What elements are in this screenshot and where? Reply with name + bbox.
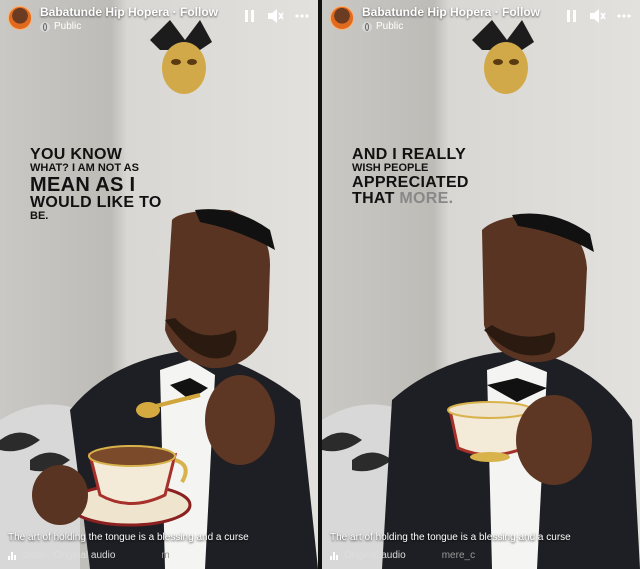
video-panel-1[interactable]: Babatunde Hip Hopera · Follow Public YOU… [0,0,318,569]
volume-muted-icon[interactable] [268,8,284,24]
overlay-line: WHAT? I AM NOT AS [30,162,139,175]
video-caption[interactable]: The art of holding the tongue is a bless… [8,532,249,543]
privacy-label: Public [376,21,404,33]
audio-label: cisco · Original audio [22,550,116,561]
globe-icon [362,21,372,32]
overlay-word: THAT [352,189,395,207]
sound-icon [330,551,338,560]
author-avatar[interactable] [8,6,32,30]
overlay-line: AND I REALLY [352,146,467,163]
video-controls [242,8,310,24]
overlay-line: BE. [30,210,49,223]
author-name-follow[interactable]: Babatunde Hip Hopera · Follow [362,5,540,19]
overlay-line: APPRECIATED [352,173,469,191]
volume-muted-icon[interactable] [590,8,606,24]
audio-attribution[interactable]: cisco · Original audio m [8,550,170,561]
video-panel-2[interactable]: Babatunde Hip Hopera · Follow Public AND… [322,0,640,569]
more-icon[interactable] [616,8,632,24]
video-frame [322,0,640,569]
overlay-line: THAT MORE. [352,189,469,207]
overlay-line: WOULD LIKE TO [30,193,162,211]
pause-icon[interactable] [242,8,258,24]
globe-icon [40,21,50,32]
overlay-line: MEAN AS I [30,173,136,196]
video-controls [564,8,632,24]
overlay-line: YOU KNOW [30,146,123,163]
video-caption[interactable]: The art of holding the tongue is a bless… [330,532,571,543]
audio-label: Original audio [344,550,406,561]
reel-view: Babatunde Hip Hopera · Follow Public YOU… [0,0,640,569]
pause-icon[interactable] [564,8,580,24]
audio-attribution[interactable]: Original audio mere_c [330,550,475,561]
privacy-label: Public [54,21,82,33]
overlay-word-gray: MORE. [399,189,454,207]
overlay-text: AND I REALLY WISH PEOPLE APPRECIATED THA… [352,146,469,207]
overlay-text: YOU KNOW WHAT? I AM NOT AS MEAN AS I WOU… [30,146,162,223]
sound-icon [8,551,16,560]
author-name-follow[interactable]: Babatunde Hip Hopera · Follow [40,5,218,19]
overlay-line: WISH PEOPLE [352,162,429,175]
author-avatar[interactable] [330,6,354,30]
more-icon[interactable] [294,8,310,24]
audio-tail: m [161,550,170,561]
video-frame [0,0,318,569]
audio-tail: mere_c [441,550,476,561]
